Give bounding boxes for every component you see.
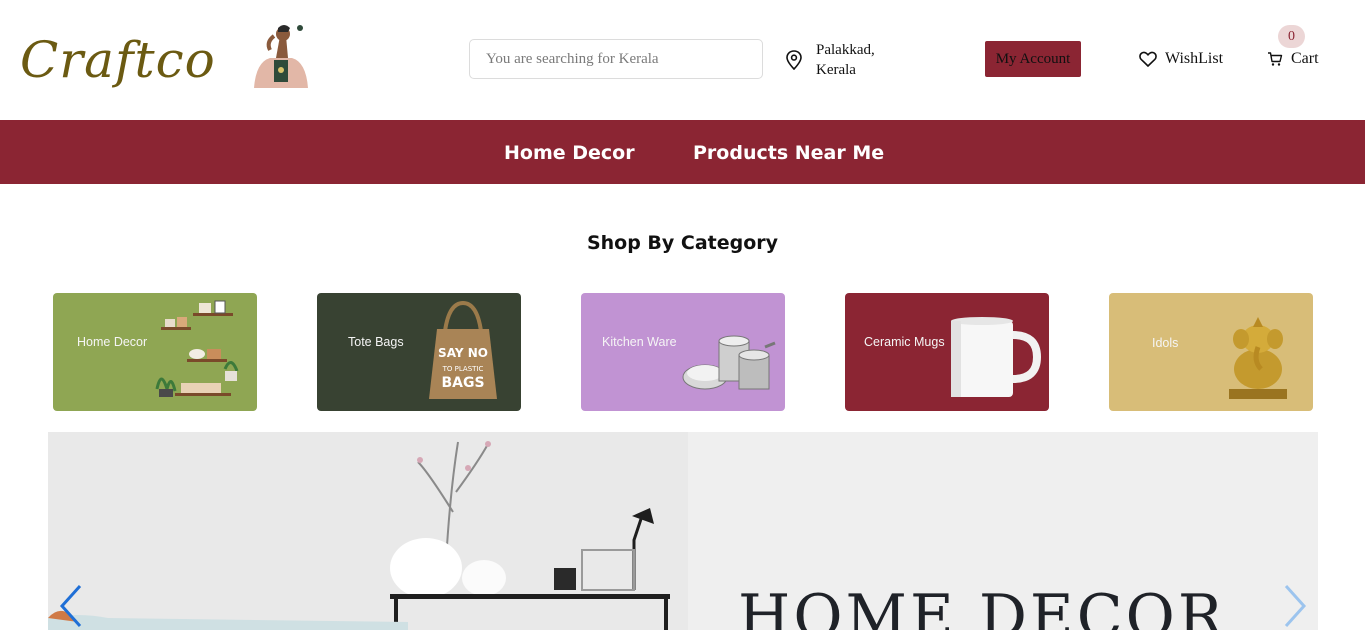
svg-text:SAY NO: SAY NO (438, 346, 488, 360)
location-city: Palakkad, (816, 42, 875, 58)
banner-headline: HOME DECOR (738, 582, 1226, 630)
main-nav: Home Decor Products Near Me (0, 120, 1365, 184)
chevron-left-icon[interactable] (56, 582, 86, 630)
location-selector[interactable]: Palakkad, Kerala (785, 40, 925, 80)
section-title-shop-by-category: Shop By Category (586, 232, 779, 254)
category-label: Ceramic Mugs (864, 335, 945, 349)
category-card-home-decor[interactable]: Home Decor (53, 293, 257, 411)
logo-text: Craftco (20, 31, 216, 89)
svg-text:TO PLASTIC: TO PLASTIC (442, 365, 484, 373)
steel-tiffin-icon (682, 335, 776, 390)
wishlist-link[interactable]: WishList (1139, 48, 1223, 70)
category-card-tote-bags[interactable]: Tote Bags SAY NO TO PLASTIC BAGS (317, 293, 521, 411)
category-label: Idols (1152, 336, 1179, 350)
wishlist-label: WishList (1165, 50, 1224, 67)
tote-bag-icon: SAY NO TO PLASTIC BAGS (429, 300, 497, 399)
craftsperson-figure-icon (254, 25, 308, 88)
nav-item-home-decor[interactable]: Home Decor (504, 120, 635, 184)
site-header: Craftco Palakkad, Kerala My Account Wish… (0, 0, 1365, 120)
brand-logo[interactable]: Craftco (20, 22, 315, 92)
svg-text:BAGS: BAGS (441, 375, 484, 391)
heart-icon (1139, 51, 1157, 67)
location-text: Palakkad, Kerala (816, 40, 875, 80)
ganesha-idol-icon (1229, 317, 1287, 399)
cart-count-badge: 0 (1278, 25, 1305, 48)
search-input[interactable] (469, 39, 763, 79)
chevron-right-icon[interactable] (1280, 582, 1310, 630)
cart-link[interactable]: Cart (1267, 48, 1319, 70)
category-card-idols[interactable]: Idols (1109, 293, 1313, 411)
category-card-ceramic-mugs[interactable]: Ceramic Mugs (845, 293, 1049, 411)
my-account-button[interactable]: My Account (985, 41, 1081, 77)
category-label: Home Decor (77, 335, 148, 349)
cart-icon (1268, 52, 1283, 66)
mug-icon (951, 317, 1042, 397)
location-pin-icon (786, 50, 802, 70)
category-label: Kitchen Ware (602, 335, 677, 349)
hero-banner[interactable]: HOME DECOR (48, 432, 1318, 630)
nav-item-products-near-me[interactable]: Products Near Me (693, 120, 884, 184)
cart-label: Cart (1291, 50, 1319, 67)
category-card-kitchen-ware[interactable]: Kitchen Ware (581, 293, 785, 411)
category-label: Tote Bags (348, 335, 404, 349)
shelves-decor-icon (155, 300, 239, 397)
location-state: Kerala (816, 62, 856, 78)
